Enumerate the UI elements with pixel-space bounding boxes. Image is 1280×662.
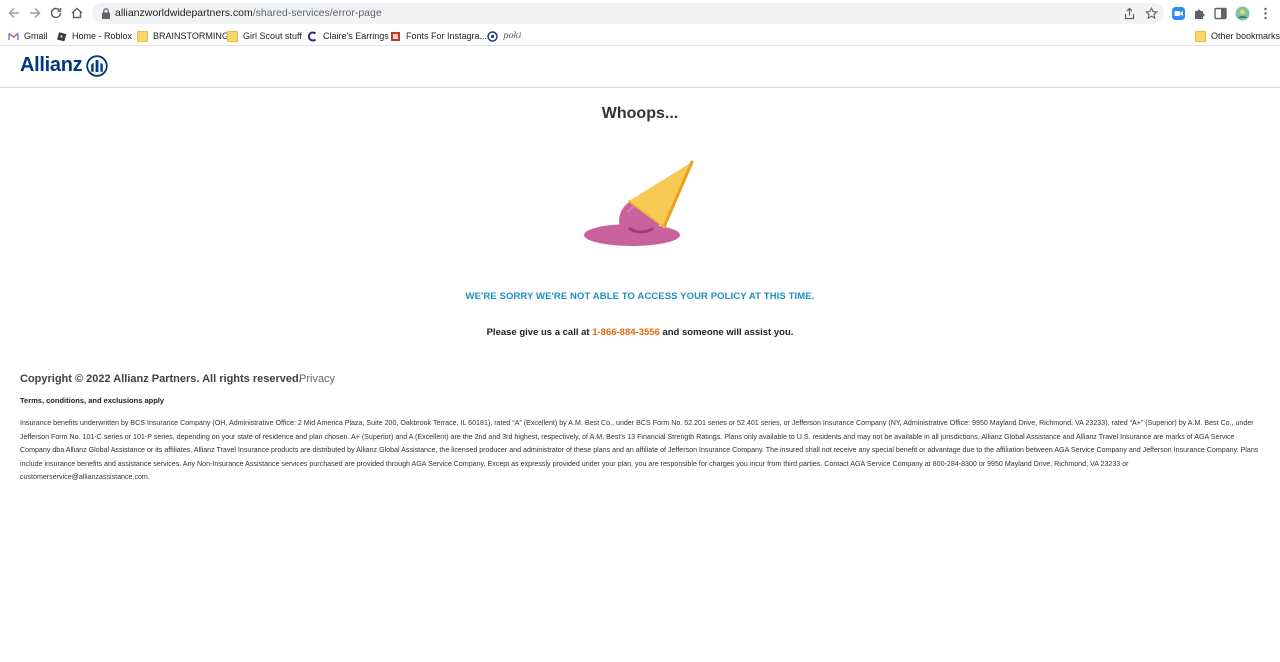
- page-title: Whoops...: [601, 105, 679, 122]
- error-message: WE'RE SORRY WE'RE NOT ABLE TO ACCESS YOU…: [465, 291, 815, 302]
- home-button[interactable]: [69, 5, 85, 21]
- dropped-ice-cream-icon: [584, 160, 694, 246]
- bookmark-label: poki: [503, 31, 522, 41]
- arrow-right-icon: [30, 7, 41, 19]
- address-bar[interactable]: allianzworldwidepartners.com/shared-serv…: [92, 3, 1164, 24]
- call-us-message: Please give us a call at 1-866-884-3556 …: [0, 327, 1280, 338]
- call-suffix: and someone will assist you.: [659, 327, 794, 338]
- allianz-logo[interactable]: Allianz: [20, 54, 109, 77]
- bookmark-claires[interactable]: Claire's Earrings: [307, 29, 389, 43]
- phone-link[interactable]: 1-866-884-3556: [592, 327, 660, 338]
- bookmark-other[interactable]: Other bookmarks: [1195, 29, 1280, 43]
- site-header: Allianz: [0, 47, 1280, 88]
- bookmark-label: Other bookmarks: [1211, 31, 1280, 41]
- bookmark-label: Gmail: [24, 31, 48, 41]
- back-button[interactable]: [6, 5, 22, 21]
- bookmark-roblox[interactable]: Home - Roblox: [56, 29, 132, 43]
- poki-icon: [487, 30, 498, 42]
- allianz-eagle-icon: [86, 54, 109, 77]
- logo-text: Allianz: [20, 54, 83, 76]
- zoom-extension-icon[interactable]: [1171, 6, 1186, 21]
- home-icon: [71, 7, 83, 19]
- bookmark-girl-scout[interactable]: Girl Scout stuff: [227, 29, 302, 43]
- folder-icon: [1195, 30, 1206, 42]
- side-panel-icon[interactable]: [1213, 6, 1228, 21]
- bookmarks-bar: Gmail Home - Roblox BRAINSTORMING Girl S…: [0, 26, 1280, 46]
- reload-button[interactable]: [48, 5, 64, 21]
- menu-kebab-icon[interactable]: [1258, 6, 1273, 21]
- bookmark-label: Fonts For Instagra...: [406, 31, 488, 41]
- url-text: allianzworldwidepartners.com/shared-serv…: [115, 7, 382, 19]
- share-icon[interactable]: [1123, 7, 1136, 20]
- bookmark-fonts[interactable]: Fonts For Instagra...: [390, 29, 487, 43]
- roblox-icon: [57, 31, 67, 41]
- arrow-left-icon: [8, 7, 19, 19]
- puzzle-extensions-icon[interactable]: [1192, 6, 1207, 21]
- browser-toolbar: allianzworldwidepartners.com/shared-serv…: [0, 0, 1280, 26]
- docs-icon: [227, 30, 238, 42]
- terms-link[interactable]: Terms, conditions, and exclusions apply: [20, 396, 164, 405]
- profile-avatar-icon[interactable]: [1235, 6, 1250, 21]
- gmail-icon: [8, 32, 19, 40]
- docs-icon: [137, 30, 148, 42]
- bookmark-label: Home - Roblox: [72, 31, 133, 41]
- bookmark-label: Girl Scout stuff: [243, 31, 302, 41]
- bookmark-brainstorming[interactable]: BRAINSTORMING: [137, 29, 229, 43]
- call-prefix: Please give us a call at: [486, 327, 593, 338]
- bookmark-label: Claire's Earrings: [323, 31, 389, 41]
- star-icon[interactable]: [1145, 7, 1158, 20]
- lock-icon: [102, 8, 110, 19]
- bookmark-label: BRAINSTORMING: [153, 31, 229, 41]
- url-path: /shared-services/error-page: [252, 7, 382, 19]
- forward-button[interactable]: [27, 5, 43, 21]
- reload-icon: [50, 7, 62, 19]
- legal-disclaimer: Insurance benefits underwritten by BCS I…: [20, 419, 1259, 481]
- privacy-link[interactable]: Privacy: [299, 373, 335, 385]
- url-host: allianzworldwidepartners.com: [115, 7, 253, 19]
- claires-icon: [307, 31, 317, 41]
- bookmark-poki[interactable]: poki: [487, 29, 521, 43]
- bookmark-gmail[interactable]: Gmail: [8, 29, 48, 43]
- fonts-icon: [391, 31, 400, 41]
- copyright-text: Copyright © 2022 Allianz Partners. All r…: [20, 373, 302, 385]
